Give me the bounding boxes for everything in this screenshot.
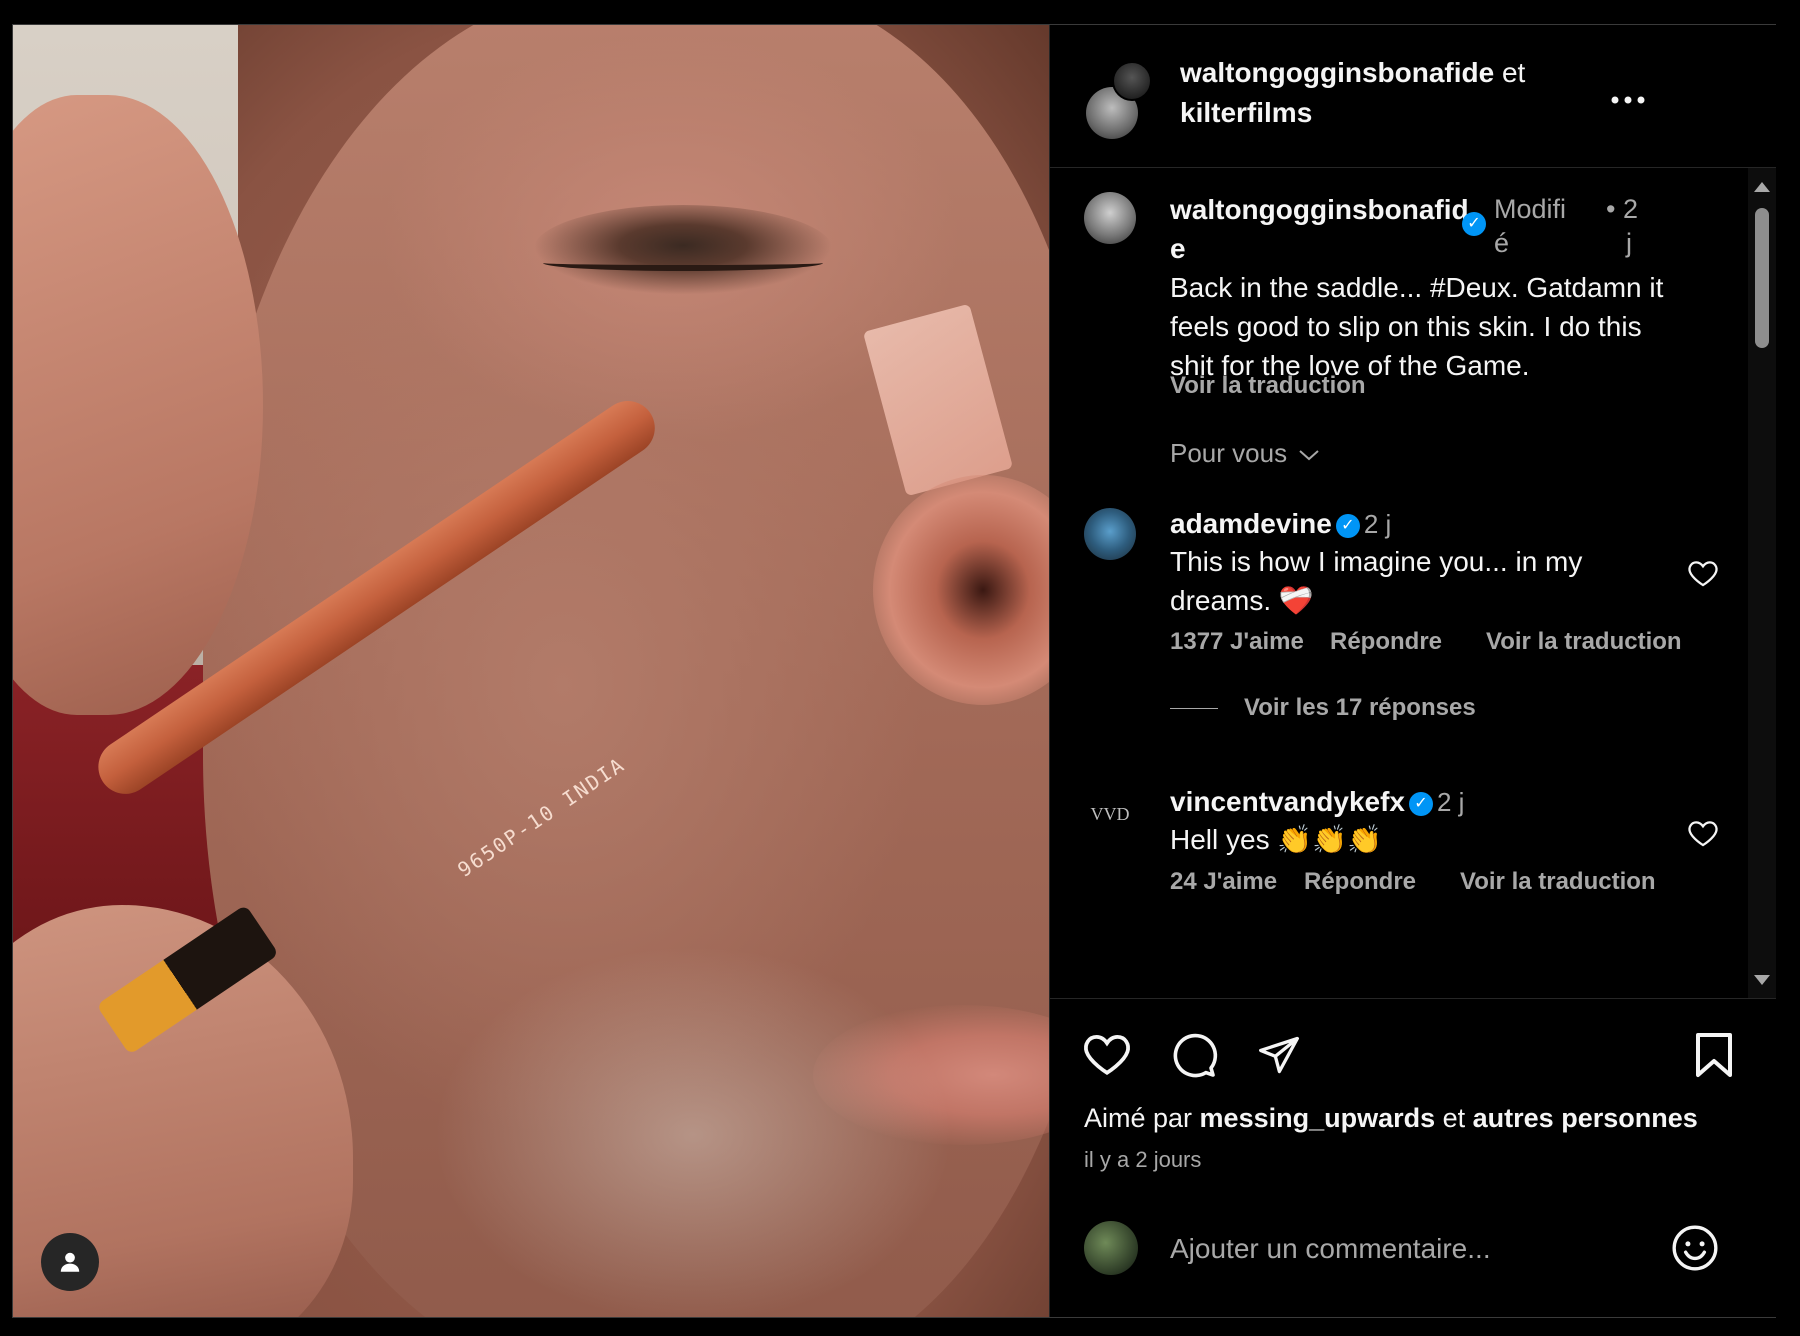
edited-text-1: Modifi <box>1494 194 1567 224</box>
verified-badge-icon: ✓ <box>1335 513 1360 538</box>
for-you-label: Pour vous <box>1170 438 1288 468</box>
comment-likes[interactable]: 1377 J'aime <box>1170 628 1304 656</box>
add-comment-bar <box>1050 1179 1776 1318</box>
chevron-down-icon <box>1299 450 1319 461</box>
view-replies-button[interactable]: Voir les 17 réponses <box>1244 694 1476 722</box>
scrollbar-thumb[interactable] <box>1755 208 1769 348</box>
comment-username[interactable]: vincentvandykefx <box>1170 786 1405 817</box>
post-timestamp[interactable]: il y a 2 jours <box>1084 1147 1201 1173</box>
emoji-picker-icon[interactable] <box>1670 1223 1720 1273</box>
coauthor-avatar[interactable] <box>1112 61 1152 101</box>
post-image[interactable]: 9650P-10 INDIA <box>13 25 1049 1317</box>
comment-translate-link[interactable]: Voir la traduction <box>1460 868 1656 896</box>
comment-username[interactable]: adamdevine <box>1170 508 1332 539</box>
liked-by-others-link[interactable]: autres personnes <box>1473 1103 1698 1133</box>
comment-line-1: This is how I imagine you... in my <box>1170 546 1583 577</box>
caption-avatar[interactable] <box>1084 192 1136 244</box>
comment-time: 2 j <box>1437 787 1465 817</box>
verified-badge-icon: ✓ <box>1409 791 1433 816</box>
comment-text: Hell yes 👏👏👏 <box>1170 824 1382 855</box>
caption-text: Back in the saddle... #Deux. Gatdamn it … <box>1170 268 1730 385</box>
comment-input[interactable] <box>1168 1221 1652 1277</box>
author-link[interactable]: waltongogginsbonafide <box>1180 57 1494 88</box>
caption-line-2: feels good to slip on this skin. I do th… <box>1170 311 1642 342</box>
caption-time: • 2 j <box>1606 192 1638 260</box>
caption-time-1: 2 <box>1622 194 1638 224</box>
post-header: waltongogginsbonafide et kilterfilms <box>1050 25 1776 168</box>
caption-username[interactable]: waltongogginsbonafid e <box>1170 190 1469 268</box>
comments-scroll-area[interactable]: waltongogginsbonafid e ✓ Modifi é • 2 j … <box>1050 168 1776 998</box>
caption-time-2: j <box>1626 228 1632 258</box>
liked-by-user-link[interactable]: messing_upwards <box>1200 1103 1436 1133</box>
caption-edited: Modifi é <box>1494 192 1566 260</box>
comment-avatar[interactable] <box>1084 508 1136 560</box>
comment-text: This is how I imagine you... in my dream… <box>1170 542 1630 620</box>
caption-username-line1: waltongogginsbonafid <box>1170 194 1469 225</box>
scroll-up-arrow-icon[interactable] <box>1754 182 1770 192</box>
post-actions: Aimé par messing_upwards et autres perso… <box>1050 998 1776 1318</box>
comment-line-2: dreams. ❤️‍🩹 <box>1170 585 1314 616</box>
separator-dot: • <box>1606 194 1616 224</box>
eyelash <box>543 255 823 271</box>
verified-badge-icon: ✓ <box>1462 212 1486 236</box>
post-dialog: 9650P-10 INDIA waltongogginsbonafide et … <box>12 24 1776 1318</box>
stubble <box>433 945 953 1317</box>
post-authors: waltongogginsbonafide et kilterfilms <box>1180 53 1640 133</box>
caption-username-line2: e <box>1170 233 1186 264</box>
more-horizontal-icon <box>1611 96 1645 104</box>
user-icon <box>60 1252 80 1272</box>
replies-line <box>1170 708 1218 709</box>
caption-line-1: Back in the saddle... #Deux. Gatdamn it <box>1170 272 1664 303</box>
comment-translate-link[interactable]: Voir la traduction <box>1486 628 1682 656</box>
caption-translate-link[interactable]: Voir la traduction <box>1170 372 1366 400</box>
comment-time: 2 j <box>1363 509 1392 539</box>
like-comment-heart-icon[interactable] <box>1686 556 1720 590</box>
liked-by-joiner: et <box>1435 1103 1473 1133</box>
comment-header: adamdevine ✓ 2 j <box>1170 504 1391 544</box>
edited-text-2: é <box>1494 228 1510 258</box>
comment-reply-button[interactable]: Répondre <box>1304 868 1416 896</box>
current-user-avatar <box>1084 1221 1138 1275</box>
scroll-down-arrow-icon[interactable] <box>1754 975 1770 985</box>
liked-by: Aimé par messing_upwards et autres perso… <box>1084 1103 1698 1134</box>
like-comment-heart-icon[interactable] <box>1686 816 1720 850</box>
comment-likes[interactable]: 24 J'aime <box>1170 868 1277 896</box>
for-you-filter[interactable]: Pour vous <box>1170 438 1320 469</box>
like-heart-icon[interactable] <box>1082 1031 1132 1077</box>
authors-joiner: et <box>1494 57 1526 88</box>
tagged-users-button[interactable] <box>41 1233 99 1291</box>
liked-by-prefix: Aimé par <box>1084 1103 1200 1133</box>
comment-reply-button[interactable]: Répondre <box>1330 628 1442 656</box>
save-bookmark-icon[interactable] <box>1694 1031 1734 1079</box>
comment-header: vincentvandykefx ✓ 2 j <box>1170 782 1464 822</box>
eye <box>533 205 833 295</box>
share-paper-plane-icon[interactable] <box>1256 1033 1302 1077</box>
scrollbar[interactable] <box>1748 168 1776 998</box>
post-sidebar: waltongogginsbonafide et kilterfilms wal… <box>1049 25 1776 1317</box>
comment-bubble-icon[interactable] <box>1170 1031 1218 1079</box>
more-options-button[interactable] <box>1610 75 1646 114</box>
comment-avatar[interactable]: VVD <box>1084 788 1136 840</box>
coauthor-link[interactable]: kilterfilms <box>1180 97 1312 128</box>
